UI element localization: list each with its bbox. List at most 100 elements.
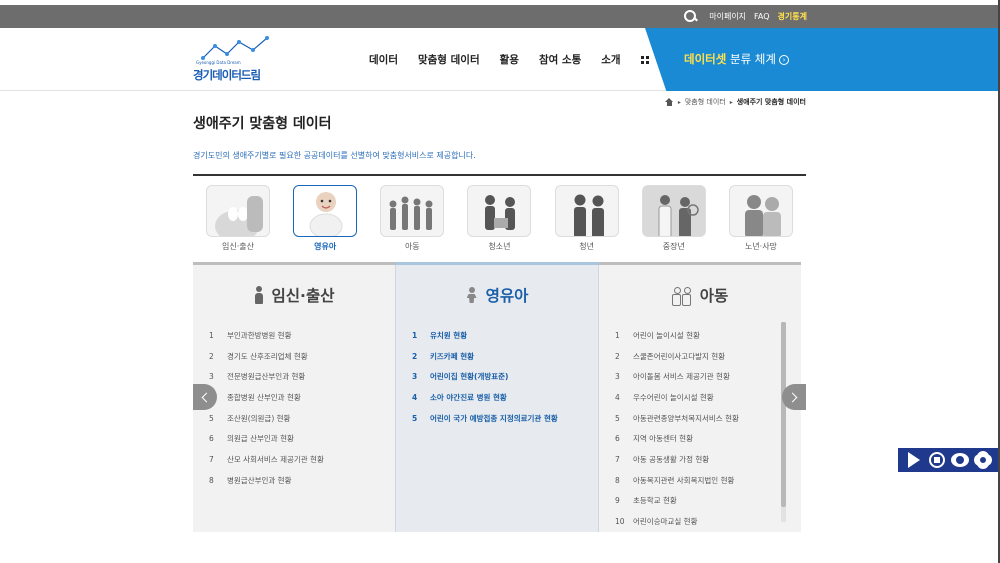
- panel-title: 아동: [699, 287, 729, 305]
- list-item[interactable]: 1 유치원 현황: [412, 325, 598, 346]
- item-text: 조산원(의원급) 현황: [227, 413, 291, 423]
- item-number: 6: [209, 434, 214, 444]
- search-icon[interactable]: [684, 10, 697, 23]
- utility-link-mypage[interactable]: 마이페이지: [709, 11, 746, 22]
- list-item[interactable]: 7 아동 공동생활 가정 현황: [615, 449, 801, 470]
- item-number: 3: [209, 372, 214, 382]
- breadcrumb-item-current: 생애주기 맞춤형 데이터: [736, 98, 806, 106]
- item-text: 산모 사회서비스 제공기관 현황: [227, 454, 324, 464]
- site-logo[interactable]: Gyeonggi Data Dream 경기데이터드림: [193, 36, 273, 82]
- item-text: 지역 아동센터 현황: [633, 434, 693, 444]
- item-number: 1: [615, 330, 620, 340]
- list-item[interactable]: 9 초등학교 현황: [615, 491, 801, 512]
- item-number: 1: [209, 330, 214, 340]
- item-text: 종합병원 산부인과 현황: [227, 392, 301, 402]
- item-text: 유치원 현황: [430, 330, 468, 340]
- item-text: 아동 공동생활 가정 현황: [633, 454, 710, 464]
- list-item[interactable]: 4 우수어린이 놀이시설 현황: [615, 387, 801, 408]
- item-text: 우수어린이 놀이시설 현황: [633, 392, 714, 402]
- stop-button[interactable]: [928, 451, 946, 469]
- dataset-catalog-banner[interactable]: 데이터셋 분류 체계 ›: [645, 28, 1000, 91]
- tab-child[interactable]: 아동: [379, 185, 445, 256]
- settings-button[interactable]: [974, 451, 992, 469]
- home-icon[interactable]: [664, 98, 674, 106]
- chevron-right-icon: [787, 392, 798, 402]
- lifecycle-data-panels: 임신·출산 1 부인과한방병원 현황 2 경기도 산후조리업체 현황 3 전문병원급산…: [193, 262, 801, 532]
- logo-subtitle: Gyeonggi Data Dream: [196, 60, 241, 65]
- info-icon: ›: [778, 55, 789, 65]
- panel-header: 임신·출산: [193, 265, 395, 325]
- list-item[interactable]: 10 어린이승마교실 현황: [615, 511, 801, 532]
- mother-icon: [254, 286, 264, 304]
- tab-label: 아동: [404, 242, 420, 251]
- list-item[interactable]: 5 어린이 국가 예방접종 지정의료기관 현황: [412, 408, 598, 429]
- list-item[interactable]: 2 키즈카페 현황: [412, 346, 598, 367]
- item-text: 아동복지관련 사회복지법인 현황: [633, 475, 735, 485]
- catalog-highlight: 데이터셋: [684, 52, 727, 66]
- dataset-list: 1 부인과한방병원 현황 2 경기도 산후조리업체 현황 3 전문병원급산부인과 현황…: [193, 325, 395, 491]
- list-item[interactable]: 5 조산원(의원급) 현황: [209, 408, 395, 429]
- item-text: 키즈카페 현황: [430, 351, 475, 361]
- tab-label: 영유아: [314, 242, 337, 251]
- list-item[interactable]: 7 산모 사회서비스 제공기관 현황: [209, 449, 395, 470]
- list-item[interactable]: 4종합병원 산부인과 현황: [209, 387, 395, 408]
- nav-item-data[interactable]: 데이터: [369, 52, 398, 67]
- middle-age-photo-icon: [641, 185, 706, 237]
- item-text: 어린이집 현황(개방표준): [430, 372, 509, 382]
- nav-item-custom-data[interactable]: 맞춤형 데이터: [418, 52, 480, 67]
- breadcrumb-separator: ▸: [677, 98, 681, 106]
- list-item[interactable]: 5 아동관련종양부처복지서비스 현황: [615, 408, 801, 429]
- logo-text: 경기데이터드림: [193, 68, 261, 82]
- list-item[interactable]: 8 아동복지관련 사회복지법인 현황: [615, 470, 801, 491]
- list-item[interactable]: 3 아이돌봄 서비스 제공기관 현황: [615, 366, 801, 387]
- baby-icon: [466, 287, 478, 303]
- item-text: 의원급 산부인과 현황: [227, 434, 294, 444]
- panel-title: 임신·출산: [271, 287, 335, 305]
- list-item[interactable]: 2 스쿨존어린이사고다발지 현황: [615, 346, 801, 367]
- tab-youth[interactable]: 청년: [554, 185, 620, 256]
- play-icon: [907, 452, 920, 468]
- item-number: 7: [209, 454, 214, 464]
- list-item[interactable]: 3 어린이집 현황(개방표준): [412, 366, 598, 387]
- panel-scrollbar[interactable]: [781, 322, 786, 522]
- list-item[interactable]: 4 소아 야간진료 병원 현황: [412, 387, 598, 408]
- nav-item-about[interactable]: 소개: [601, 52, 620, 67]
- item-number: 5: [412, 413, 418, 423]
- view-button[interactable]: [950, 451, 969, 469]
- item-text: 병원급산부인과 현황: [227, 475, 292, 485]
- list-item[interactable]: 2 경기도 산후조리업체 현황: [209, 346, 395, 367]
- item-number: 7: [615, 454, 620, 464]
- tab-label: 임신·출산: [222, 242, 254, 251]
- tab-senior[interactable]: 노년·사망: [728, 185, 794, 256]
- tab-label: 중장년: [662, 242, 685, 251]
- utility-link-statistics[interactable]: 경기통계: [778, 11, 807, 22]
- panel-pregnancy: 임신·출산 1 부인과한방병원 현황 2 경기도 산후조리업체 현황 3 전문병원급산…: [193, 265, 395, 532]
- list-item[interactable]: 1 어린이 놀이시설 현황: [615, 325, 801, 346]
- scrollbar-thumb[interactable]: [781, 322, 786, 507]
- tab-teen[interactable]: 청소년: [466, 185, 532, 256]
- item-text: 어린이승마교실 현황: [633, 517, 698, 527]
- carousel-next-button[interactable]: [782, 384, 806, 410]
- play-button[interactable]: [905, 451, 923, 469]
- tab-middle-age[interactable]: 중장년: [641, 185, 707, 256]
- item-number: 5: [615, 413, 620, 423]
- list-item[interactable]: 1 부인과한방병원 현황: [209, 325, 395, 346]
- main-nav: 데이터 맞춤형 데이터 활용 참여 소통 소개: [369, 28, 649, 91]
- item-number: 2: [615, 351, 620, 361]
- list-item[interactable]: 8 병원급산부인과 현황: [209, 470, 395, 491]
- tab-pregnancy[interactable]: 임신·출산: [205, 185, 271, 256]
- list-item[interactable]: 3 전문병원급산부인과 현황: [209, 366, 395, 387]
- list-item[interactable]: 6 지역 아동센터 현황: [615, 428, 801, 449]
- breadcrumb-item-custom-data[interactable]: 맞춤형 데이터: [685, 97, 726, 107]
- item-number: 2: [209, 351, 214, 361]
- tab-label: 청년: [579, 242, 594, 251]
- menu-grid-icon[interactable]: [640, 55, 649, 64]
- utility-link-faq[interactable]: FAQ: [754, 12, 770, 21]
- tab-infant[interactable]: 영유아: [292, 185, 358, 256]
- stop-icon: [928, 452, 945, 468]
- nav-item-usage[interactable]: 활용: [500, 52, 519, 67]
- item-text: 부인과한방병원 현황: [227, 330, 292, 340]
- nav-item-participation[interactable]: 참여 소통: [539, 52, 581, 67]
- breadcrumb-separator: ▸: [729, 98, 733, 106]
- list-item[interactable]: 6 의원급 산부인과 현황: [209, 428, 395, 449]
